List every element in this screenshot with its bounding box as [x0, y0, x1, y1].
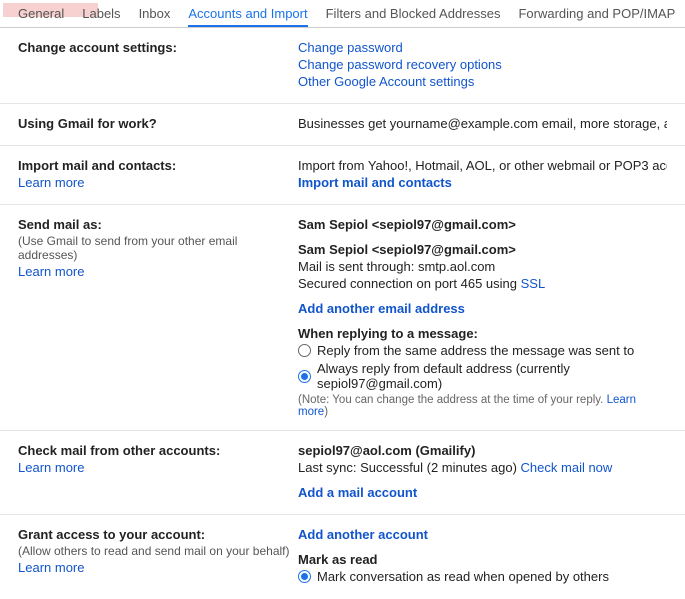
reply-heading: When replying to a message:	[298, 326, 667, 341]
mark-read-radio[interactable]	[298, 570, 311, 583]
check-mail-sync: Last sync: Successful (2 minutes ago) Ch…	[298, 460, 667, 475]
work-description: Businesses get yourname@example.com emai…	[298, 116, 667, 131]
reply-same-label: Reply from the same address the message …	[317, 343, 634, 358]
send-as-alt: Sam Sepiol <sepiol97@gmail.com>	[298, 242, 667, 257]
send-as-heading: Send mail as:	[18, 217, 298, 232]
import-description: Import from Yahoo!, Hotmail, AOL, or oth…	[298, 158, 667, 173]
section-change-account-settings: Change account settings: Change password…	[0, 28, 685, 104]
section-gmail-for-work: Using Gmail for work? Businesses get you…	[0, 104, 685, 146]
send-as-secured: Secured connection on port 465 using SSL	[298, 276, 667, 291]
send-as-primary: Sam Sepiol <sepiol97@gmail.com>	[298, 217, 667, 232]
add-another-email-link[interactable]: Add another email address	[298, 301, 465, 316]
tab-filters[interactable]: Filters and Blocked Addresses	[326, 6, 501, 27]
send-as-learn-more[interactable]: Learn more	[18, 264, 84, 279]
add-another-account-link[interactable]: Add another account	[298, 527, 428, 542]
grant-learn-more[interactable]: Learn more	[18, 560, 84, 575]
import-heading: Import mail and contacts:	[18, 158, 298, 173]
change-recovery-link[interactable]: Change password recovery options	[298, 57, 502, 72]
grant-heading: Grant access to your account:	[18, 527, 298, 542]
tab-general[interactable]: General	[18, 6, 64, 27]
mark-as-read-heading: Mark as read	[298, 552, 667, 567]
section-grant-access: Grant access to your account: (Allow oth…	[0, 515, 685, 599]
reply-note: (Note: You can change the address at the…	[298, 394, 667, 418]
check-mail-now-link[interactable]: Check mail now	[521, 460, 613, 475]
section-send-mail-as: Send mail as: (Use Gmail to send from yo…	[0, 205, 685, 431]
check-mail-account: sepiol97@aol.com (Gmailify)	[298, 443, 667, 458]
reply-default-radio[interactable]	[298, 370, 311, 383]
tab-accounts-import[interactable]: Accounts and Import	[188, 6, 307, 27]
grant-sub: (Allow others to read and send mail on y…	[18, 544, 298, 558]
check-mail-heading: Check mail from other accounts:	[18, 443, 298, 458]
reply-same-radio[interactable]	[298, 344, 311, 357]
reply-default-label: Always reply from default address (curre…	[317, 361, 667, 391]
import-mail-contacts-link[interactable]: Import mail and contacts	[298, 175, 452, 190]
work-heading: Using Gmail for work?	[18, 116, 298, 131]
section-check-mail: Check mail from other accounts: Learn mo…	[0, 431, 685, 515]
change-password-link[interactable]: Change password	[298, 40, 403, 55]
settings-tabs: General Labels Inbox Accounts and Import…	[0, 0, 685, 28]
import-learn-more[interactable]: Learn more	[18, 175, 84, 190]
other-account-settings-link[interactable]: Other Google Account settings	[298, 74, 474, 89]
tab-inbox[interactable]: Inbox	[139, 6, 171, 27]
change-settings-heading: Change account settings:	[18, 40, 298, 55]
add-mail-account-link[interactable]: Add a mail account	[298, 485, 417, 500]
tab-labels[interactable]: Labels	[82, 6, 120, 27]
ssl-link[interactable]: SSL	[521, 276, 546, 291]
send-as-smtp: Mail is sent through: smtp.aol.com	[298, 259, 667, 274]
check-mail-learn-more[interactable]: Learn more	[18, 460, 84, 475]
send-as-sub: (Use Gmail to send from your other email…	[18, 234, 298, 262]
mark-read-label: Mark conversation as read when opened by…	[317, 569, 609, 584]
tab-forwarding[interactable]: Forwarding and POP/IMAP	[518, 6, 675, 27]
section-import-mail: Import mail and contacts: Learn more Imp…	[0, 146, 685, 205]
